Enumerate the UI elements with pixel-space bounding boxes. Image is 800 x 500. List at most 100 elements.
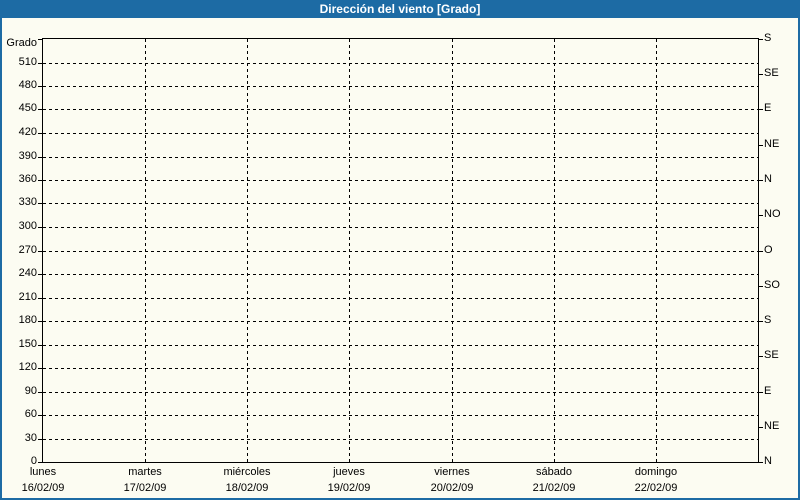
x-day-label: martes: [128, 466, 162, 478]
compass-axis-tick: [759, 462, 763, 463]
compass-axis-tick: [759, 74, 763, 75]
horizontal-gridline: [43, 298, 758, 299]
horizontal-gridline: [43, 251, 758, 252]
horizontal-gridline: [43, 368, 758, 369]
y-tick-label: 450: [18, 102, 37, 114]
compass-axis-tick: [759, 215, 763, 216]
horizontal-gridline: [43, 415, 758, 416]
y-axis-title: Grado: [6, 37, 37, 49]
y-axis-tick: [38, 415, 42, 416]
chart-title-bar: Dirección del viento [Grado]: [0, 0, 800, 18]
horizontal-gridline: [43, 63, 758, 64]
y-axis-tick: [38, 345, 42, 346]
horizontal-gridline: [43, 392, 758, 393]
compass-tick-label: O: [764, 244, 773, 256]
compass-axis-tick: [759, 392, 763, 393]
compass-tick-label: N: [764, 173, 772, 185]
compass-axis-tick: [759, 145, 763, 146]
x-date-label: 21/02/09: [532, 482, 576, 494]
horizontal-gridline: [43, 345, 758, 346]
y-axis-tick: [38, 251, 42, 252]
x-day-label: domingo: [634, 466, 678, 478]
y-tick-label: 480: [18, 79, 37, 91]
vertical-gridline: [554, 39, 555, 462]
y-axis-tick: [38, 368, 42, 369]
compass-axis-tick: [759, 321, 763, 322]
y-axis-tick: [38, 39, 42, 40]
compass-tick-label: SE: [764, 349, 779, 361]
compass-tick-label: NE: [764, 138, 780, 150]
x-day-label: jueves: [333, 466, 365, 478]
horizontal-gridline: [43, 86, 758, 87]
vertical-gridline: [145, 39, 146, 462]
y-axis-tick: [38, 298, 42, 299]
horizontal-gridline: [43, 157, 758, 158]
y-tick-label: 30: [24, 432, 37, 444]
compass-axis-tick: [759, 427, 763, 428]
y-tick-label: 240: [18, 267, 37, 279]
y-tick-label: 180: [18, 314, 37, 326]
vertical-gridline: [247, 39, 248, 462]
horizontal-gridline: [43, 180, 758, 181]
y-axis-tick: [38, 392, 42, 393]
compass-axis-tick: [759, 39, 763, 40]
x-date-label: 22/02/09: [634, 482, 678, 494]
y-tick-label: 420: [18, 126, 37, 138]
y-tick-label: 60: [24, 408, 37, 420]
y-axis-tick: [38, 462, 42, 463]
x-date-label: 20/02/09: [430, 482, 474, 494]
compass-axis-tick: [759, 251, 763, 252]
y-tick-label: 210: [18, 291, 37, 303]
y-tick-label: 330: [18, 196, 37, 208]
compass-tick-label: SE: [764, 67, 779, 79]
y-axis-tick: [38, 203, 42, 204]
compass-tick-label: E: [764, 102, 772, 114]
vertical-gridline: [349, 39, 350, 462]
horizontal-gridline: [43, 274, 758, 275]
y-axis-tick: [38, 157, 42, 158]
compass-axis-tick: [759, 356, 763, 357]
compass-axis-tick: [759, 286, 763, 287]
compass-tick-label: NO: [764, 208, 781, 220]
horizontal-gridline: [43, 109, 758, 110]
vertical-gridline: [656, 39, 657, 462]
compass-tick-label: SO: [764, 279, 780, 291]
x-date-label: 17/02/09: [123, 482, 167, 494]
compass-tick-label: E: [764, 385, 772, 397]
compass-axis-tick: [759, 180, 763, 181]
horizontal-gridline: [43, 203, 758, 204]
y-tick-label: 300: [18, 220, 37, 232]
compass-tick-label: S: [764, 314, 772, 326]
vertical-gridline: [452, 39, 453, 462]
chart-title: Dirección del viento [Grado]: [319, 2, 481, 16]
y-axis-tick: [38, 227, 42, 228]
y-axis-tick: [38, 274, 42, 275]
y-tick-label: 360: [18, 173, 37, 185]
horizontal-gridline: [43, 133, 758, 134]
y-axis-tick: [38, 86, 42, 87]
x-date-label: 18/02/09: [225, 482, 269, 494]
y-axis-tick: [38, 321, 42, 322]
horizontal-gridline: [43, 227, 758, 228]
compass-tick-label: NE: [764, 420, 780, 432]
y-tick-label: 390: [18, 150, 37, 162]
compass-tick-label: S: [764, 32, 772, 44]
y-tick-label: 120: [18, 361, 37, 373]
y-tick-label: 90: [24, 385, 37, 397]
y-tick-label: 270: [18, 244, 37, 256]
x-day-label: sábado: [535, 466, 573, 478]
y-axis-tick: [38, 439, 42, 440]
x-day-label: viernes: [434, 466, 470, 478]
y-axis-tick: [38, 63, 42, 64]
horizontal-gridline: [43, 321, 758, 322]
y-tick-label: 510: [18, 56, 37, 68]
plot-area: [42, 38, 759, 463]
compass-tick-label: N: [764, 455, 772, 467]
y-axis-tick: [38, 109, 42, 110]
x-date-label: 19/02/09: [327, 482, 371, 494]
y-axis-tick: [38, 133, 42, 134]
x-day-label: lunes: [29, 466, 57, 478]
y-tick-label: 150: [18, 338, 37, 350]
chart-panel: Dirección del viento [Grado] Grado 0 30 60…: [0, 0, 800, 500]
y-axis-tick: [38, 180, 42, 181]
